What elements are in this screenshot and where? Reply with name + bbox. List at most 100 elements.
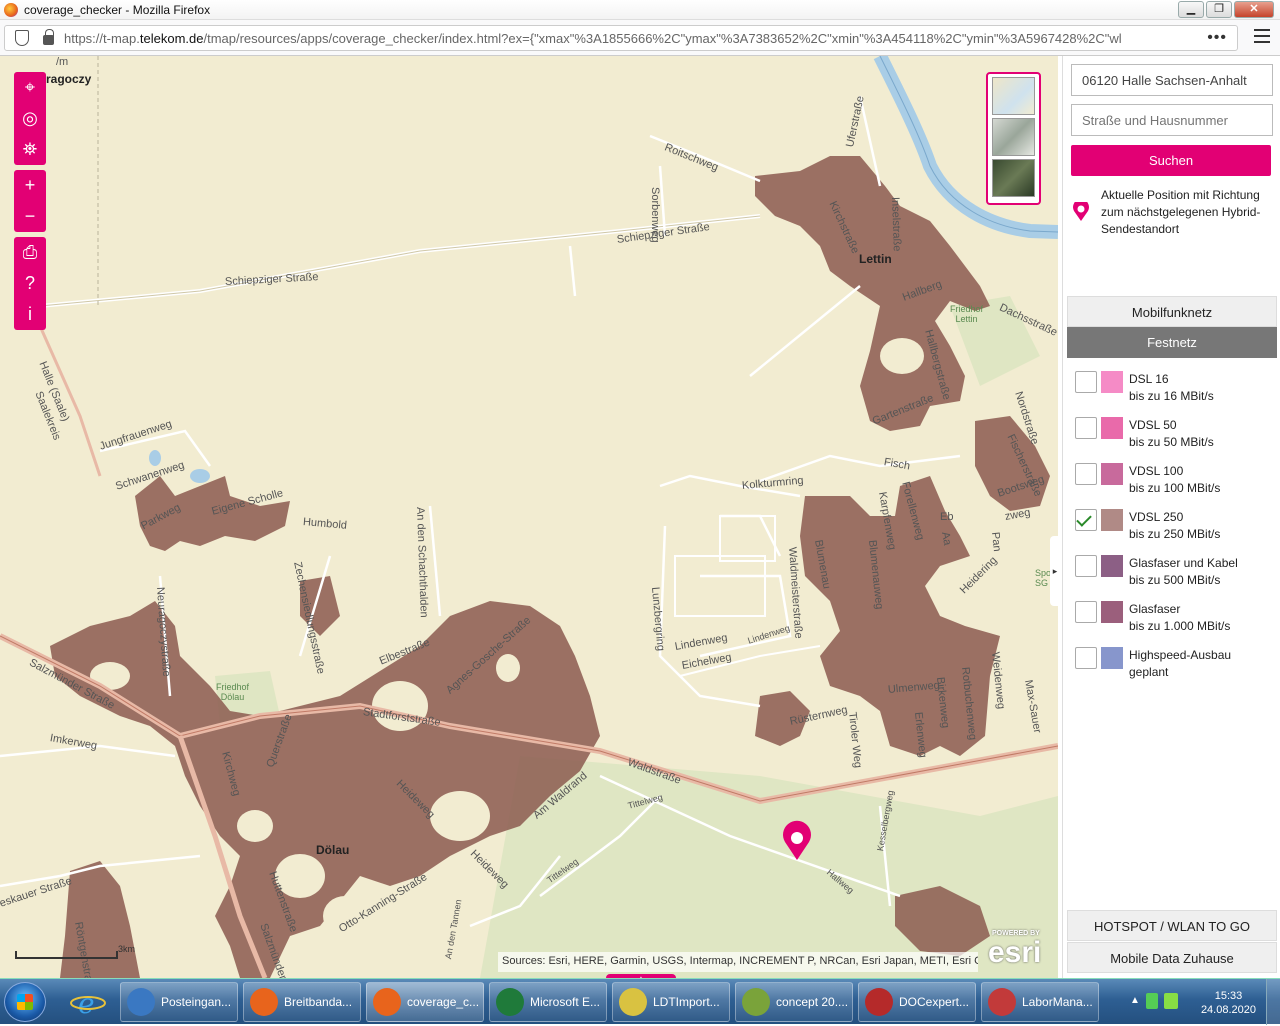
legend-checkbox[interactable] [1075,509,1097,531]
taskbar-item[interactable]: LDTImport... [612,982,730,1022]
legend-label: Glasfaser und Kabel bis zu 500 MBit/s [1129,556,1238,587]
legend-item[interactable]: VDSL 250 bis zu 250 MBit/s [1075,507,1275,547]
taskbar-item[interactable]: Microsoft E... [489,982,607,1022]
scale-bar [15,951,118,959]
location-input[interactable] [1071,64,1273,96]
legend-item[interactable]: VDSL 50 bis zu 50 MBit/s [1075,415,1275,455]
legend-label: Highspeed-Ausbau geplant [1129,648,1232,679]
taskbar-item[interactable]: Posteingan... [120,982,238,1022]
app-icon [496,988,524,1016]
show-desktop-button[interactable] [1266,979,1280,1025]
legend-checkbox[interactable] [1075,463,1097,485]
legend-item[interactable]: Highspeed-Ausbau geplant [1075,645,1275,685]
taskbar-item-label: Posteingan... [161,995,232,1009]
coverage-area-nordstrasse [975,416,1050,511]
tracking-shield-icon[interactable] [15,30,29,46]
hotspot-tab[interactable]: HOTSPOT / WLAN TO GO [1067,910,1277,941]
app-icon [619,988,647,1016]
search-button[interactable]: Suchen [1071,145,1271,176]
legend-label: DSL 16 bis zu 16 MBit/s [1129,372,1214,403]
lock-icon[interactable] [43,29,54,45]
zoom-out-button[interactable]: − [14,201,46,232]
window-controls: ▁ ❐ ✕ [1178,1,1274,18]
position-pin-icon [1073,202,1089,221]
target-icon[interactable]: ◎ [14,103,46,134]
legend-color-swatch [1101,463,1123,485]
taskbar-item[interactable]: Breitbanda... [243,982,361,1022]
legend-item[interactable]: Glasfaser bis zu 1.000 MBit/s [1075,599,1275,639]
sidebar-collapse-handle[interactable]: ▸ [1050,536,1058,606]
tab-mobilfunknetz[interactable]: Mobilfunknetz [1067,296,1277,327]
tray-expand-icon[interactable]: ▲ [1130,995,1140,1006]
basemap-street-thumbnail[interactable] [992,77,1035,115]
map-attribution: Sources: Esri, HERE, Garmin, USGS, Inter… [498,952,978,972]
legend-item[interactable]: DSL 16 bis zu 16 MBit/s [1075,369,1275,409]
legend-checkbox[interactable] [1075,601,1097,623]
legend-color-swatch [1101,371,1123,393]
place-label-dragoczy: ragoczy [46,72,92,86]
zoom-in-button[interactable]: + [14,170,46,201]
legend-checkbox[interactable] [1075,647,1097,669]
street-label: Aa [939,530,954,547]
internet-explorer-icon[interactable]: e [66,983,110,1021]
url-bar[interactable]: https://t-map.telekom.de/tmap/resources/… [4,25,1238,51]
map-view[interactable]: Lettin Dölau ragoczy Roitschweg Sorbenwe… [0,56,1058,978]
legend-checkbox[interactable] [1075,555,1097,577]
app-icon [988,988,1016,1016]
basemap-satellite-thumbnail[interactable] [992,159,1035,197]
app-icon [250,988,278,1016]
taskbar-item[interactable]: DOCexpert... [858,982,976,1022]
legend-checkbox[interactable] [1075,417,1097,439]
url-text[interactable]: https://t-map.telekom.de/tmap/resources/… [64,31,1194,46]
svg-text:e: e [78,987,95,1020]
page-actions-menu[interactable]: ••• [1207,29,1227,47]
taskbar-item-label: LaborMana... [1022,995,1093,1009]
taskbar-item-label: DOCexpert... [899,995,970,1009]
maximize-button[interactable]: ❐ [1206,1,1232,18]
basemap-terrain-thumbnail[interactable] [992,118,1035,156]
tray-app-icon[interactable] [1146,993,1158,1009]
mobile-data-tab[interactable]: Mobile Data Zuhause [1067,942,1277,973]
clock[interactable]: 15:33 24.08.2020 [1201,989,1256,1017]
print-icon[interactable]: ⎙ [14,237,46,268]
measure-icon[interactable]: ⛯ [14,134,46,165]
browser-toolbar: https://t-map.telekom.de/tmap/resources/… [0,20,1280,56]
help-icon[interactable]: ? [14,268,46,299]
minimize-button[interactable]: ▁ [1178,1,1204,18]
pond [190,469,210,483]
scale-label: 3km [118,944,136,954]
taskbar-item[interactable]: concept 20.... [735,982,853,1022]
taskbar-item-label: LDTImport... [653,995,720,1009]
poi-label-friedhof-doelau: Friedhof Dölau [216,682,250,702]
window-titlebar: coverage_checker - Mozilla Firefox ▁ ❐ ✕ [0,0,1280,20]
legend-item[interactable]: VDSL 100 bis zu 100 MBit/s [1075,461,1275,501]
start-button[interactable] [4,982,46,1022]
legend-label: Glasfaser bis zu 1.000 MBit/s [1129,602,1231,633]
taskbar-item-label: coverage_c... [407,995,480,1009]
hamburger-menu-icon[interactable] [1254,29,1270,43]
firefox-icon [4,2,18,17]
legend-color-swatch [1101,555,1123,577]
position-info-text: Aktuelle Position mit Richtung zum nächs… [1101,188,1261,236]
info-icon[interactable]: i [14,299,46,330]
system-tray: ▲ 15:33 24.08.2020 [1120,979,1280,1025]
taskbar-item[interactable]: LaborMana... [981,982,1099,1022]
legend-item[interactable]: Glasfaser und Kabel bis zu 500 MBit/s [1075,553,1275,593]
taskbar-item-label: Microsoft E... [530,995,601,1009]
street-label: Pan [989,531,1004,553]
locate-icon[interactable]: ⌖ [14,72,46,103]
network-icon[interactable] [1164,993,1178,1009]
app-icon [127,988,155,1016]
app-icon [373,988,401,1016]
poi-label-friedhof-lettin: Friedhof Lettin [950,304,984,324]
place-label-doelau: Dölau [316,843,350,857]
legend-color-swatch [1101,509,1123,531]
tab-festnetz[interactable]: Festnetz [1067,327,1277,358]
taskbar-item[interactable]: coverage_c... [366,982,484,1022]
legend-checkbox[interactable] [1075,371,1097,393]
coverage-area-roentgen [60,861,140,978]
close-button[interactable]: ✕ [1234,1,1274,18]
street-label: Eb [940,511,954,523]
street-input[interactable] [1071,104,1273,136]
street-label: Inselstraße [889,196,903,252]
